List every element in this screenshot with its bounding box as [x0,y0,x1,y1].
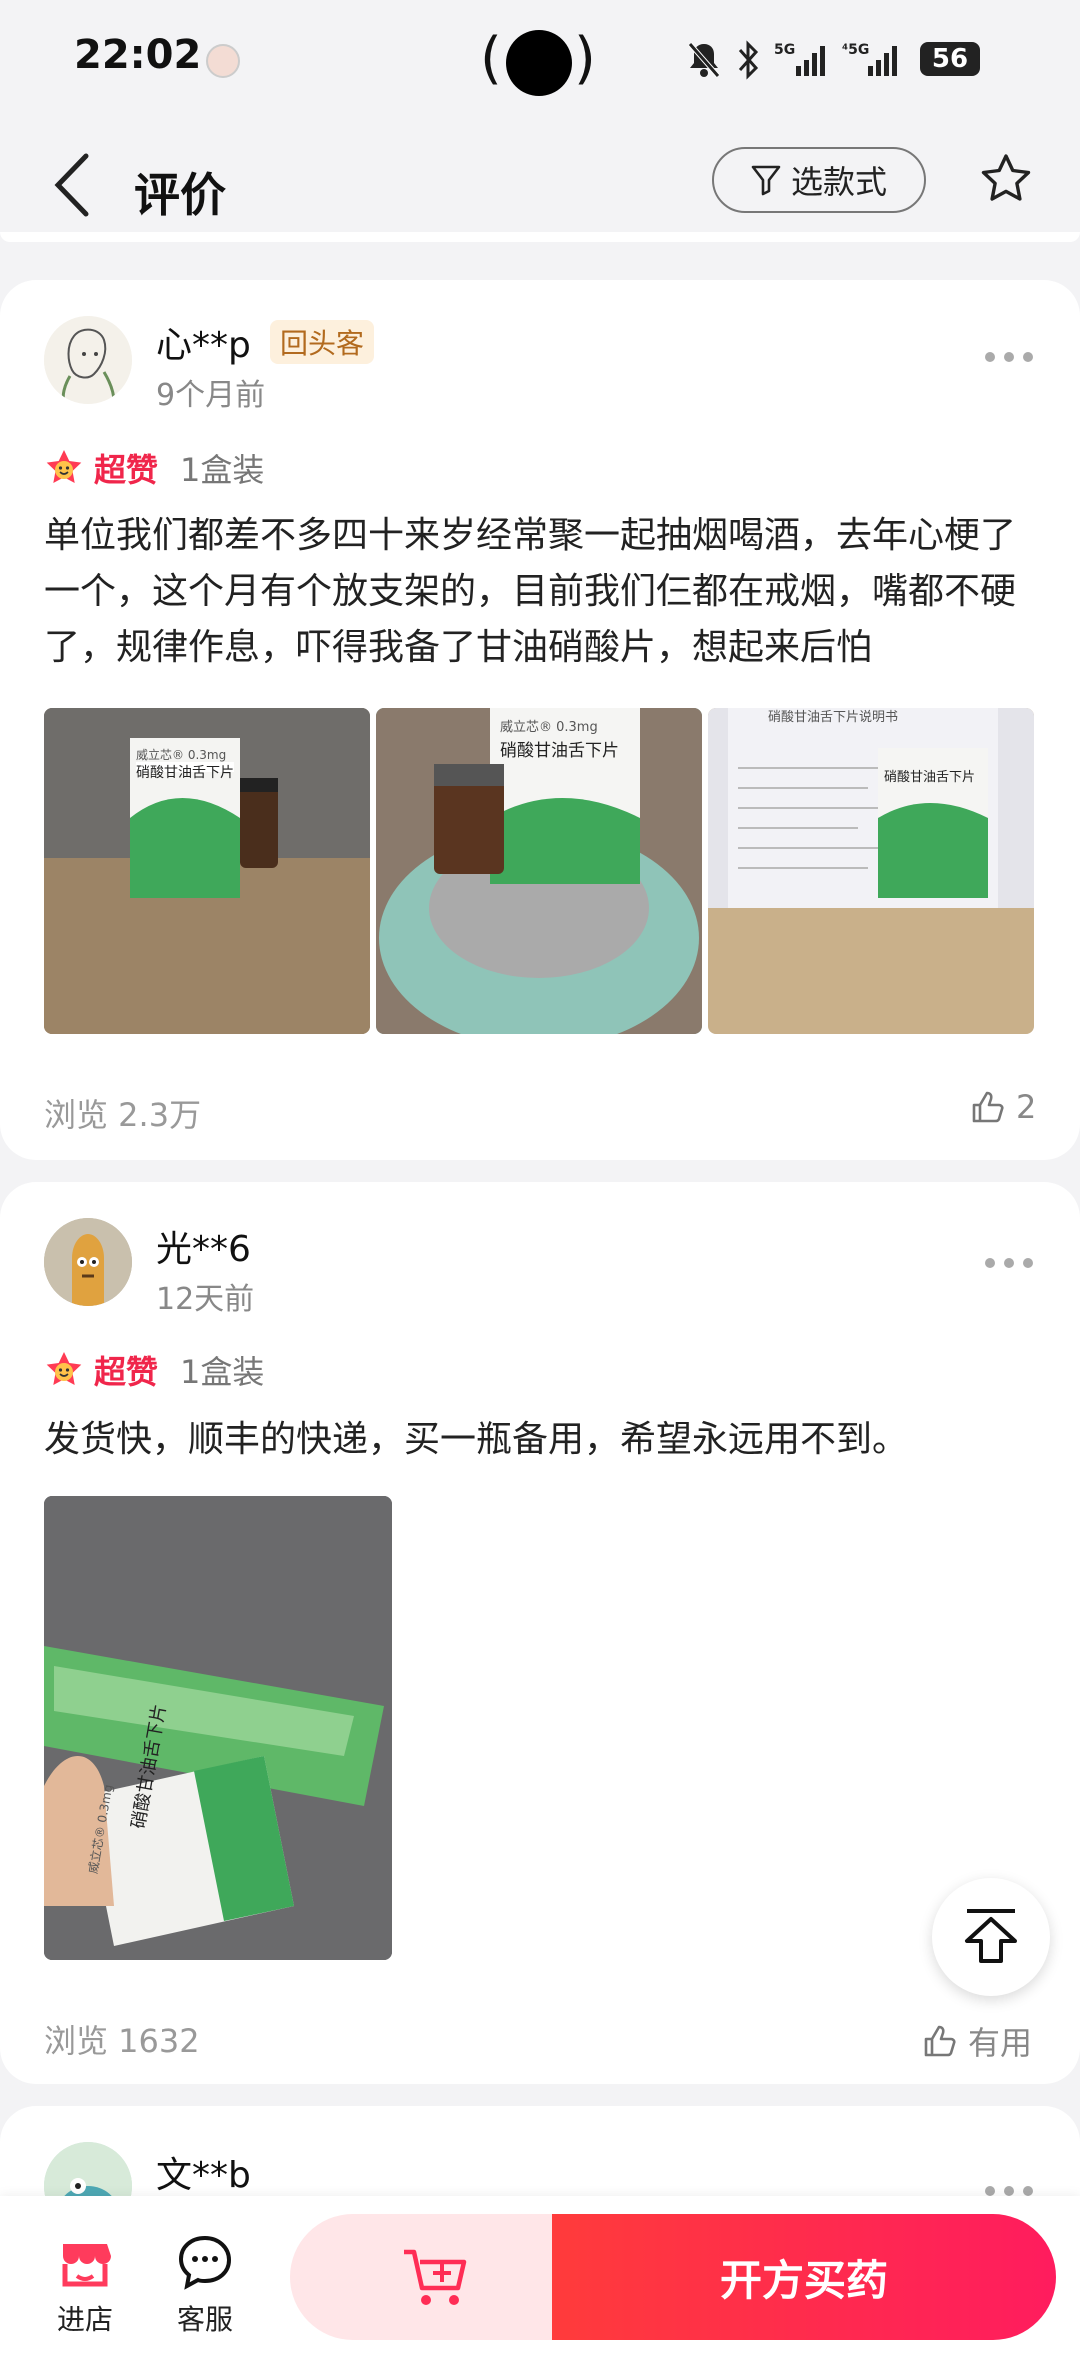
username: 光**6 [156,1229,251,1270]
arrow-up-icon [965,1909,1017,1963]
favorite-star-icon[interactable] [978,151,1034,207]
helpful-label: 有用 [968,2024,1033,2062]
star-face-icon [46,450,82,483]
box-brand: 威立芯® 0.3mg [500,720,598,735]
shop-label: 进店 [56,2303,113,2336]
previous-card-edge [0,232,1080,242]
status-avatar-icon [206,44,240,78]
view-count: 浏览 2.3万 [44,1096,202,1134]
review-photo[interactable]: 威立芯® 0.3mg 硝酸甘油舌下片 [376,708,702,1034]
avatar[interactable] [44,316,132,404]
review-text: 发货快，顺丰的快递，买一瓶备用，希望永远用不到。 [44,1419,909,1460]
battery-indicator: 56 [920,42,980,76]
review-card: 光**6 12天前 超赞 1盒装 发货快，顺丰的快递，买一瓶备用，希望永远用不到… [0,1182,1080,2084]
page-header: 评价 选款式 [0,125,1080,245]
helpful-button[interactable]: 有用 [922,2018,1032,2064]
star-face-icon [46,1352,82,1385]
status-icons: 5G ⁴5G [686,36,900,84]
filter-label: 选款式 [790,163,887,201]
review-photo[interactable]: 硝酸甘油舌下片说明书 硝酸甘油舌下片 [708,708,1034,1034]
review-photo[interactable]: 威立芯® 0.3mg 硝酸甘油舌下片 [44,708,370,1034]
review-text: 单位我们都差不多四十来岁经常聚一起抽烟喝酒，去年心梗了一个，这个月有个放支架的，… [44,515,1017,668]
camera-cutout: ( ) [480,22,598,100]
rating-row: 超赞 1盒装 [44,1348,264,1392]
signal-5g-icon: 5G [774,42,825,76]
rating-label: 超赞 [94,451,159,489]
username: 心**p [156,325,251,366]
username: 文**b [156,2155,251,2196]
thumbs-up-icon [972,1091,1004,1123]
status-bar: 22:02 ( ) 5G ⁴5G 56 [0,0,1080,120]
funnel-icon [751,165,781,196]
avatar[interactable] [44,1218,132,1306]
box-name: 硝酸甘油舌下片 [884,770,976,785]
chat-bubble-icon [178,2235,232,2290]
status-time: 22:02 [74,32,202,78]
view-count: 浏览 1632 [44,2022,200,2060]
box-name: 硝酸甘油舌下片 [500,741,619,761]
thumbs-up-icon [924,2025,956,2057]
service-label: 客服 [176,2303,233,2336]
svg-text:⁴5G: ⁴5G [842,42,869,58]
rating-label: 超赞 [94,1353,159,1391]
shop-icon [62,2244,111,2287]
repeat-customer-badge: 回头客 [270,320,375,364]
signal-5g-icon-2: ⁴5G [842,42,897,76]
avatar-cartoon-icon [44,1218,132,1306]
customer-service-button[interactable]: 客服 [160,2232,250,2338]
svg-text:5G: 5G [774,42,795,58]
review-card: 心**p 回头客 9个月前 超赞 1盒装 单位我们都差不多四十来岁经常聚一起抽烟… [0,280,1080,1160]
purchase-spec: 1盒装 [180,1353,265,1391]
mute-bell-icon [688,42,720,78]
like-button[interactable]: 2 [970,1088,1036,1126]
back-to-top-button[interactable] [932,1878,1050,1996]
box-name: 硝酸甘油舌下片 [136,765,234,781]
like-count: 2 [1016,1088,1037,1126]
avatar-drawing-icon [44,316,132,404]
review-time: 9个月前 [156,378,266,413]
prescription-buy-button[interactable]: 开方买药 [552,2214,1056,2340]
bottom-action-bar: 进店 客服 开方买药 [0,2196,1080,2374]
add-to-cart-button[interactable] [290,2214,580,2340]
page-title: 评价 [134,168,226,222]
rating-row: 超赞 1盒装 [44,446,264,490]
review-photo[interactable]: 硝酸甘油舌下片 威立芯® 0.3mg [44,1496,392,1960]
bluetooth-icon [738,40,759,80]
box-brand: 威立芯® 0.3mg [136,748,227,762]
review-time: 12天前 [156,1282,255,1317]
shop-button[interactable]: 进店 [40,2232,130,2338]
back-arrow-icon[interactable] [52,152,92,218]
more-options-icon[interactable] [984,1256,1034,1270]
purchase-spec: 1盒装 [180,451,265,489]
leaflet-title: 硝酸甘油舌下片说明书 [768,710,899,725]
cart-plus-icon [404,2249,467,2305]
more-options-icon[interactable] [984,350,1034,364]
style-filter-button[interactable]: 选款式 [712,147,926,213]
